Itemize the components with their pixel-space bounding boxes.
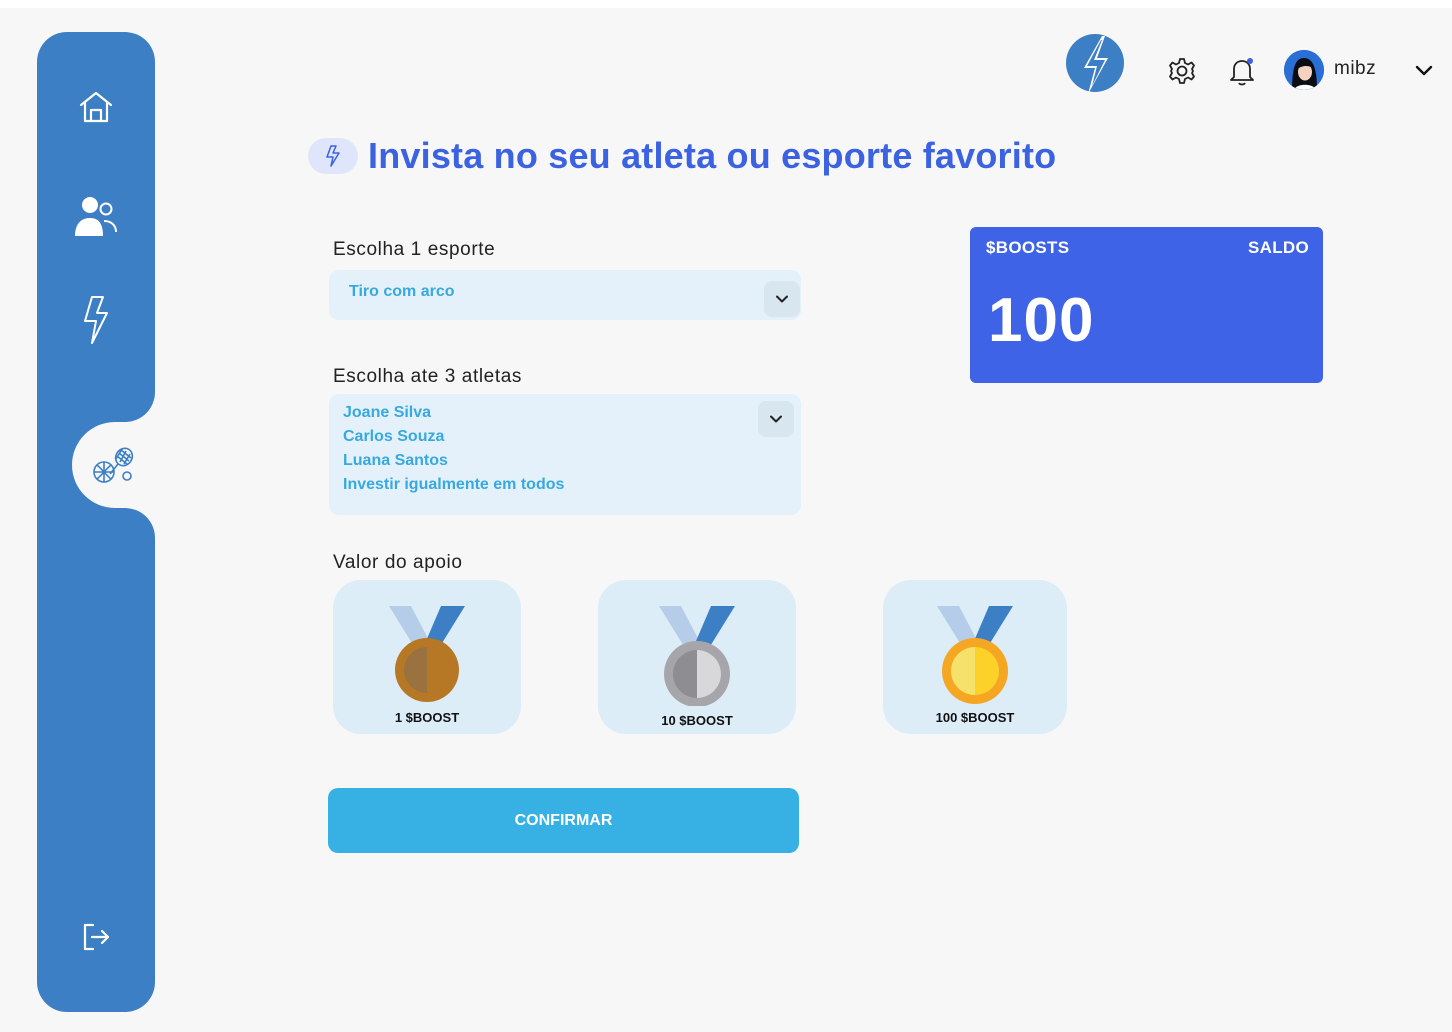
avatar[interactable]: [1284, 50, 1324, 90]
page: mibz Invista no seu atleta ou esporte fa…: [0, 8, 1452, 1032]
sidebar-notch-top: [125, 392, 155, 422]
athletes-list: Joane Silva Carlos Souza Luana Santos In…: [343, 404, 564, 500]
bronze-medal-icon: [389, 606, 465, 702]
athlete-option-invest-all[interactable]: Investir igualmente em todos: [343, 476, 564, 500]
sport-select-value: Tiro com arco: [349, 283, 455, 300]
user-menu-toggle[interactable]: [1412, 58, 1436, 82]
bell-icon: [1230, 58, 1254, 86]
support-option-gold[interactable]: 100 $BOOST: [883, 580, 1067, 734]
sidebar-item-sports[interactable]: [72, 422, 155, 508]
sidebar-item-users[interactable]: [37, 176, 155, 256]
page-title: Invista no seu atleta ou esporte favorit…: [368, 135, 1057, 176]
balance-label: SALDO: [1248, 238, 1309, 257]
balance-currency-label: $BOOSTS: [986, 238, 1070, 257]
support-option-bronze[interactable]: 1 $BOOST: [333, 580, 521, 734]
settings-button[interactable]: [1167, 56, 1197, 86]
lightning-icon: [84, 296, 108, 344]
gold-medal-icon: [937, 606, 1013, 704]
chevron-down-icon: [770, 415, 782, 423]
sidebar-notch-bottom: [125, 508, 155, 538]
support-option-label: 1 $BOOST: [394, 710, 460, 725]
logout-icon: [83, 923, 110, 951]
username[interactable]: mibz: [1334, 58, 1376, 80]
athlete-option[interactable]: Carlos Souza: [343, 428, 564, 452]
balance-card: $BOOSTS SALDO 100: [970, 227, 1323, 383]
notifications-button[interactable]: [1227, 56, 1257, 86]
chevron-down-icon: [776, 295, 788, 303]
app-logo[interactable]: [1064, 32, 1126, 96]
users-icon: [75, 197, 117, 236]
athletes-select-toggle[interactable]: [758, 401, 794, 437]
gear-icon: [1169, 58, 1195, 84]
athlete-option[interactable]: Joane Silva: [343, 404, 564, 428]
lightning-logo: [1066, 34, 1124, 94]
title-badge: [308, 138, 358, 174]
sport-select-label: Escolha 1 esporte: [333, 239, 496, 260]
lightning-icon: [326, 145, 340, 167]
support-option-label: 10 $BOOST: [661, 713, 733, 728]
sport-select[interactable]: Tiro com arco: [329, 270, 801, 320]
logout-button[interactable]: [37, 897, 155, 977]
support-option-silver[interactable]: 10 $BOOST: [598, 580, 796, 734]
support-label: Valor do apoio: [333, 552, 463, 573]
chevron-down-icon: [1415, 65, 1433, 76]
sport-select-toggle[interactable]: [764, 281, 800, 317]
avatar-image: [1284, 50, 1324, 90]
sidebar-item-boost[interactable]: [37, 280, 155, 360]
silver-medal-icon: [659, 606, 735, 706]
athletes-select-label: Escolha ate 3 atletas: [333, 366, 522, 387]
sidebar-item-home[interactable]: [37, 67, 155, 147]
balance-value: 100: [988, 286, 1095, 355]
sports-icon: [92, 447, 133, 483]
athletes-select[interactable]: Joane Silva Carlos Souza Luana Santos In…: [329, 394, 801, 515]
home-icon: [79, 91, 113, 123]
athlete-option[interactable]: Luana Santos: [343, 452, 564, 476]
support-option-label: 100 $BOOST: [935, 710, 1015, 725]
confirm-button[interactable]: CONFIRMAR: [328, 788, 799, 853]
